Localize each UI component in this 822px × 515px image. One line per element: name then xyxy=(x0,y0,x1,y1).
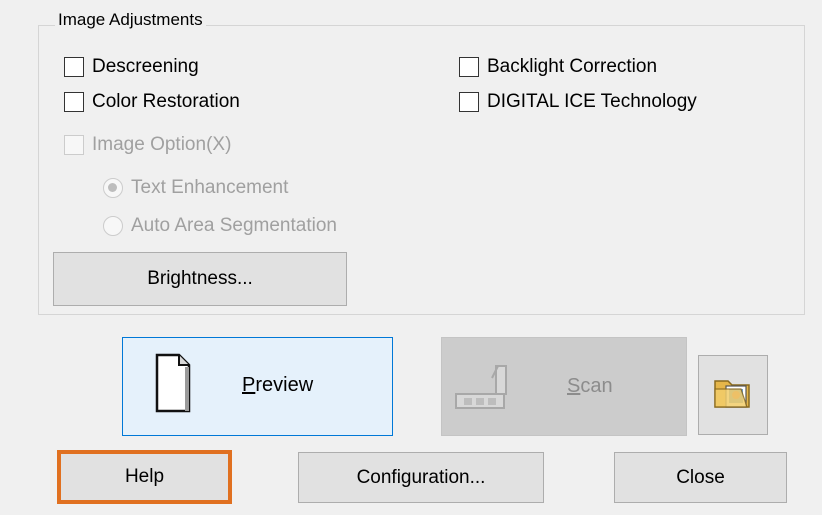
color-restoration-label: Color Restoration xyxy=(92,91,240,112)
brightness-button[interactable]: Brightness... xyxy=(53,252,347,306)
scanner-icon xyxy=(452,356,516,422)
radio-dot xyxy=(103,178,123,198)
configuration-button[interactable]: Configuration... xyxy=(298,452,544,503)
preview-label: Preview xyxy=(242,374,314,396)
document-page-icon xyxy=(155,353,191,419)
digital-ice-checkbox[interactable]: DIGITAL ICE Technology xyxy=(459,90,697,114)
text-enhancement-radio: Text Enhancement xyxy=(103,176,288,200)
backlight-correction-checkbox[interactable]: Backlight Correction xyxy=(459,55,657,79)
scan-settings-dialog: Image Adjustments Descreening Color Rest… xyxy=(0,0,822,515)
checkbox-box xyxy=(64,135,84,155)
checkbox-box[interactable] xyxy=(64,92,84,112)
checkbox-box[interactable] xyxy=(64,57,84,77)
digital-ice-label: DIGITAL ICE Technology xyxy=(487,91,697,112)
backlight-correction-label: Backlight Correction xyxy=(487,56,658,77)
descreening-label: Descreening xyxy=(92,56,199,77)
preview-button[interactable]: Preview xyxy=(122,337,393,436)
checkbox-box[interactable] xyxy=(459,57,479,77)
image-option-checkbox: Image Option(X) xyxy=(64,133,231,157)
image-folder-button[interactable] xyxy=(698,355,768,435)
color-restoration-checkbox[interactable]: Color Restoration xyxy=(64,90,240,114)
image-option-label: Image Option(X) xyxy=(92,134,232,155)
radio-dot xyxy=(103,216,123,236)
checkbox-box[interactable] xyxy=(459,92,479,112)
scan-label: Scan xyxy=(567,375,613,397)
text-enhancement-label: Text Enhancement xyxy=(131,177,289,198)
close-button[interactable]: Close xyxy=(614,452,787,503)
help-button[interactable]: Help xyxy=(57,450,232,504)
image-folder-icon xyxy=(713,373,753,418)
group-title: Image Adjustments xyxy=(55,9,206,31)
auto-area-segmentation-radio: Auto Area Segmentation xyxy=(103,214,337,238)
descreening-checkbox[interactable]: Descreening xyxy=(64,55,199,79)
scan-button: Scan xyxy=(441,337,687,436)
auto-area-segmentation-label: Auto Area Segmentation xyxy=(131,215,337,236)
